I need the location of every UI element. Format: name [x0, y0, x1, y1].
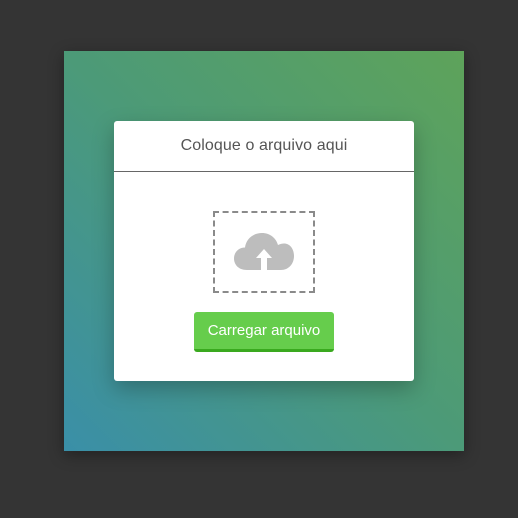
- cloud-upload-icon: [233, 232, 295, 272]
- gradient-panel: Coloque o arquivo aqui Carregar arquivo: [64, 51, 464, 451]
- file-dropzone[interactable]: [213, 211, 315, 293]
- upload-card: Coloque o arquivo aqui Carregar arquivo: [114, 121, 414, 381]
- upload-card-title: Coloque o arquivo aqui: [114, 121, 414, 172]
- upload-file-button[interactable]: Carregar arquivo: [194, 312, 334, 352]
